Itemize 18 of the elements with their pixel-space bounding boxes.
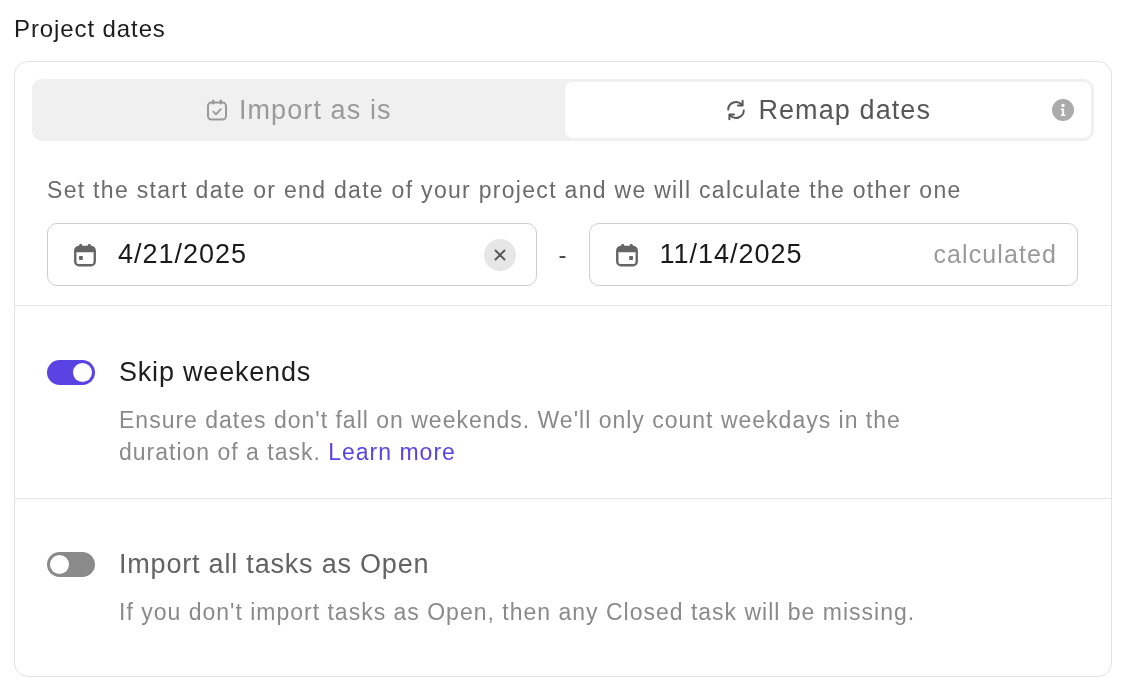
toggle-switch[interactable] <box>47 551 95 577</box>
option-label: Import all tasks as Open <box>119 548 430 580</box>
field-note: calculated <box>933 240 1057 269</box>
mode-tab[interactable]: Remap dates <box>564 82 1091 138</box>
clear-button[interactable] <box>483 238 516 271</box>
option-description: Ensure dates don't fall on weekends. We'll only count weekdays in the duration of a task. Learn more <box>119 406 902 467</box>
end-date-field[interactable]: 11/14/2025 calculated <box>588 223 1078 286</box>
section-title: Project dates <box>14 16 167 42</box>
range-separator: - <box>558 240 567 269</box>
option-description: If you don't import tasks as Open, then any Closed task will be missing. <box>119 598 917 627</box>
calendar-icon <box>72 241 98 268</box>
toggle-switch[interactable] <box>47 359 95 385</box>
calendar-check-icon <box>204 98 229 122</box>
instruction-text: Set the start date or end date of your project and we will calculate the other one <box>47 176 963 204</box>
option-label: Skip weekends <box>119 356 311 388</box>
start-date-field[interactable]: 4/21/2025 <box>47 223 537 286</box>
calendar-icon <box>613 241 640 268</box>
learn-more-link[interactable]: Learn more <box>328 439 456 465</box>
